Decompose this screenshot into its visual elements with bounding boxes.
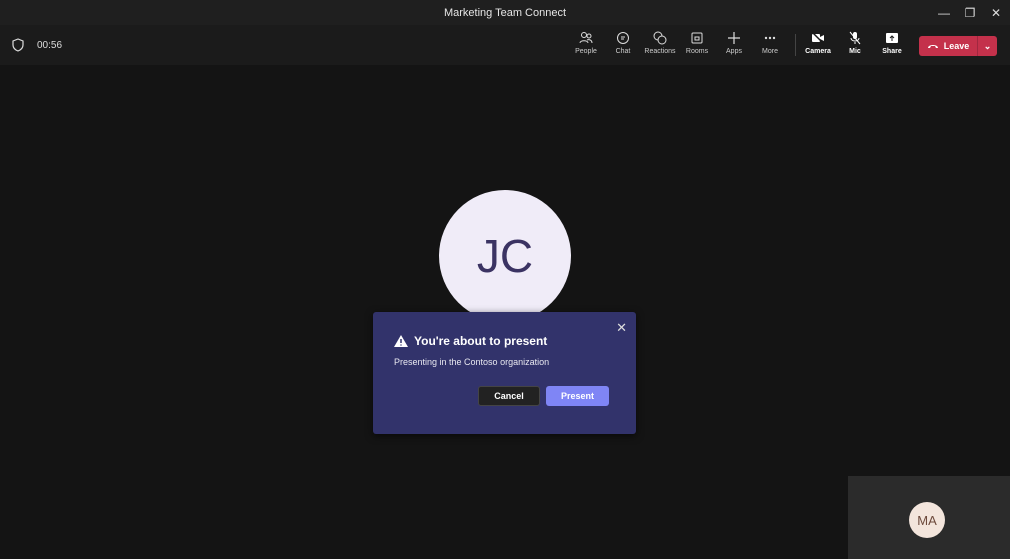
leave-label: Leave: [943, 41, 970, 51]
leave-main[interactable]: Leave: [919, 36, 978, 56]
share-button[interactable]: Share: [872, 31, 912, 55]
camera-off-icon: [811, 31, 825, 45]
dialog-title: You're about to present: [394, 334, 547, 348]
cancel-button[interactable]: Cancel: [478, 386, 540, 406]
present-confirm-dialog: ✕ You're about to present Presenting in …: [373, 312, 636, 434]
share-label: Share: [882, 48, 902, 55]
more-icon: [764, 36, 776, 40]
more-button[interactable]: More: [750, 31, 790, 55]
close-window-button[interactable]: ✕: [981, 0, 1010, 25]
mic-label: Mic: [849, 48, 861, 55]
rooms-button[interactable]: Rooms: [677, 31, 717, 55]
people-icon: [579, 32, 593, 44]
warning-icon: [394, 335, 408, 347]
dialog-message: Presenting in the Contoso organization: [394, 357, 550, 367]
title-bar: Marketing Team Connect — ❐ ✕: [0, 0, 1010, 25]
rooms-label: Rooms: [685, 48, 709, 55]
reactions-button[interactable]: Reactions: [640, 31, 680, 55]
rooms-icon: [691, 32, 703, 44]
chat-button[interactable]: Chat: [603, 31, 643, 55]
reactions-label: Reactions: [644, 48, 676, 55]
dialog-close-icon[interactable]: ✕: [616, 320, 627, 336]
meeting-timer: 00:56: [37, 40, 63, 51]
camera-label: Camera: [805, 48, 831, 55]
mic-off-icon: [849, 31, 861, 45]
meeting-toolbar: 00:56 People Chat Reactions Rooms Apps M…: [0, 25, 1010, 65]
dialog-title-text: You're about to present: [414, 334, 548, 348]
reactions-icon: [653, 31, 667, 45]
apps-label: Apps: [726, 48, 742, 55]
shield-icon: [12, 38, 24, 52]
people-label: People: [575, 48, 597, 55]
chat-icon: [617, 32, 629, 44]
chat-label: Chat: [615, 48, 631, 55]
window-title: Marketing Team Connect: [443, 6, 567, 19]
mic-button[interactable]: Mic: [835, 31, 875, 55]
plus-icon: [728, 32, 740, 44]
share-icon: [886, 33, 898, 43]
self-avatar: MA: [909, 502, 945, 538]
leave-button[interactable]: Leave ⌄: [919, 36, 997, 56]
leave-options-chevron-icon[interactable]: ⌄: [978, 41, 997, 52]
participant-avatar: JC: [439, 190, 571, 322]
camera-button[interactable]: Camera: [798, 31, 838, 55]
toolbar-divider: [795, 34, 796, 56]
self-view-tile: MA: [848, 476, 1010, 559]
more-label: More: [762, 48, 778, 55]
present-button[interactable]: Present: [546, 386, 609, 406]
hang-up-icon: [927, 45, 938, 48]
apps-button[interactable]: Apps: [714, 31, 754, 55]
people-button[interactable]: People: [566, 31, 606, 55]
